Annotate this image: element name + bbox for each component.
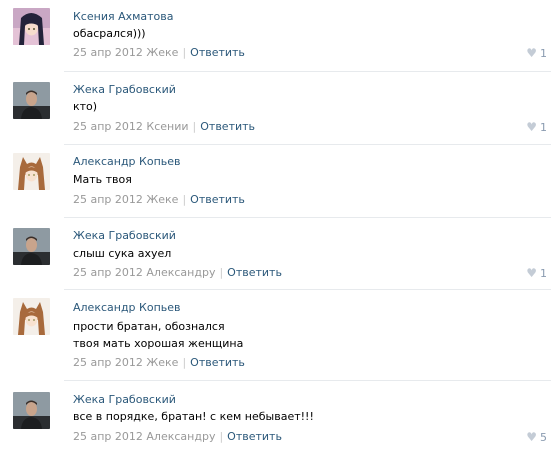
reply-link[interactable]: Ответить bbox=[190, 193, 245, 206]
comment-meta: 25 апр 2012 Жеке | Ответить bbox=[73, 193, 245, 206]
reply-link[interactable]: Ответить bbox=[227, 430, 282, 443]
heart-icon: ♥ bbox=[526, 120, 537, 134]
avatar[interactable] bbox=[13, 228, 50, 265]
comment-date[interactable]: 25 апр 2012 bbox=[73, 46, 143, 59]
reply-to-name[interactable]: Жеке bbox=[146, 193, 178, 206]
like-button[interactable]: ♥ 1 bbox=[526, 46, 547, 60]
author-name[interactable]: Жека Грабовский bbox=[73, 229, 176, 242]
reply-to-name[interactable]: Жеке bbox=[146, 356, 178, 369]
heart-icon: ♥ bbox=[526, 46, 537, 60]
comment-meta: 25 апр 2012 Жеке | Ответить bbox=[73, 46, 245, 59]
avatar[interactable] bbox=[13, 298, 50, 335]
comment-text: Мать твоя bbox=[73, 173, 132, 186]
anime-wolf-girl-avatar-icon bbox=[13, 153, 50, 190]
reply-link[interactable]: Ответить bbox=[200, 120, 255, 133]
reply-link[interactable]: Ответить bbox=[227, 266, 282, 279]
reply-to-name[interactable]: Ксении bbox=[146, 120, 188, 133]
comment-date[interactable]: 25 апр 2012 bbox=[73, 120, 143, 133]
avatar[interactable] bbox=[13, 153, 50, 190]
reply-to-name[interactable]: Александру bbox=[146, 430, 215, 443]
heart-icon: ♥ bbox=[526, 266, 537, 280]
comment-meta: 25 апр 2012 Ксении | Ответить bbox=[73, 120, 256, 133]
reply-to-name[interactable]: Жеке bbox=[146, 46, 178, 59]
reply-link[interactable]: Ответить bbox=[190, 356, 245, 369]
comment-date[interactable]: 25 апр 2012 bbox=[73, 356, 143, 369]
anime-wolf-girl-avatar-icon bbox=[13, 298, 50, 335]
comment: Жека Грабовский все в порядке, братан! с… bbox=[0, 381, 555, 457]
man-avatar-icon bbox=[13, 82, 50, 119]
comment: Ксения Ахматова обасрался))) 25 апр 2012… bbox=[0, 0, 555, 72]
comment-text: все в порядке, братан! с кем небывает!!! bbox=[73, 410, 314, 423]
heart-icon: ♥ bbox=[526, 430, 537, 444]
man-avatar-icon bbox=[13, 392, 50, 429]
author-name[interactable]: Александр Копьев bbox=[73, 301, 181, 314]
comment-meta: 25 апр 2012 Александру | Ответить bbox=[73, 430, 282, 443]
comment-meta: 25 апр 2012 Жеке | Ответить bbox=[73, 356, 245, 369]
comment: Александр Копьев прости братан, обозналс… bbox=[0, 290, 555, 380]
author-name[interactable]: Ксения Ахматова bbox=[73, 10, 174, 23]
author-name[interactable]: Жека Грабовский bbox=[73, 393, 176, 406]
comment-date[interactable]: 25 апр 2012 bbox=[73, 266, 143, 279]
author-name[interactable]: Александр Копьев bbox=[73, 155, 181, 168]
like-button[interactable]: ♥ 1 bbox=[526, 120, 547, 134]
avatar[interactable] bbox=[13, 8, 50, 45]
comment-text: твоя мать хорошая женщина bbox=[73, 337, 244, 350]
like-count: 1 bbox=[540, 47, 547, 60]
comment-text: обасрался))) bbox=[73, 27, 146, 40]
author-name[interactable]: Жека Грабовский bbox=[73, 83, 176, 96]
like-count: 1 bbox=[540, 121, 547, 134]
comment: Жека Грабовский слыш сука ахуел 25 апр 2… bbox=[0, 218, 555, 290]
comment-date[interactable]: 25 апр 2012 bbox=[73, 193, 143, 206]
comment: Жека Грабовский кто) 25 апр 2012 Ксении |… bbox=[0, 72, 555, 144]
comment-text: кто) bbox=[73, 100, 98, 113]
comment-date[interactable]: 25 апр 2012 bbox=[73, 430, 143, 443]
avatar[interactable] bbox=[13, 82, 50, 119]
comment-text: слыш сука ахуел bbox=[73, 247, 172, 260]
like-button[interactable]: ♥ 5 bbox=[526, 430, 547, 444]
reply-link[interactable]: Ответить bbox=[190, 46, 245, 59]
man-avatar-icon bbox=[13, 228, 50, 265]
avatar[interactable] bbox=[13, 392, 50, 429]
comment-text: прости братан, обознался bbox=[73, 320, 225, 333]
comment: Александр Копьев Мать твоя 25 апр 2012 Ж… bbox=[0, 145, 555, 218]
anime-girl-avatar-icon bbox=[13, 8, 50, 45]
like-button[interactable]: ♥ 1 bbox=[526, 266, 547, 280]
comment-meta: 25 апр 2012 Александру | Ответить bbox=[73, 266, 282, 279]
like-count: 5 bbox=[540, 431, 547, 444]
like-count: 1 bbox=[540, 267, 547, 280]
reply-to-name[interactable]: Александру bbox=[146, 266, 215, 279]
